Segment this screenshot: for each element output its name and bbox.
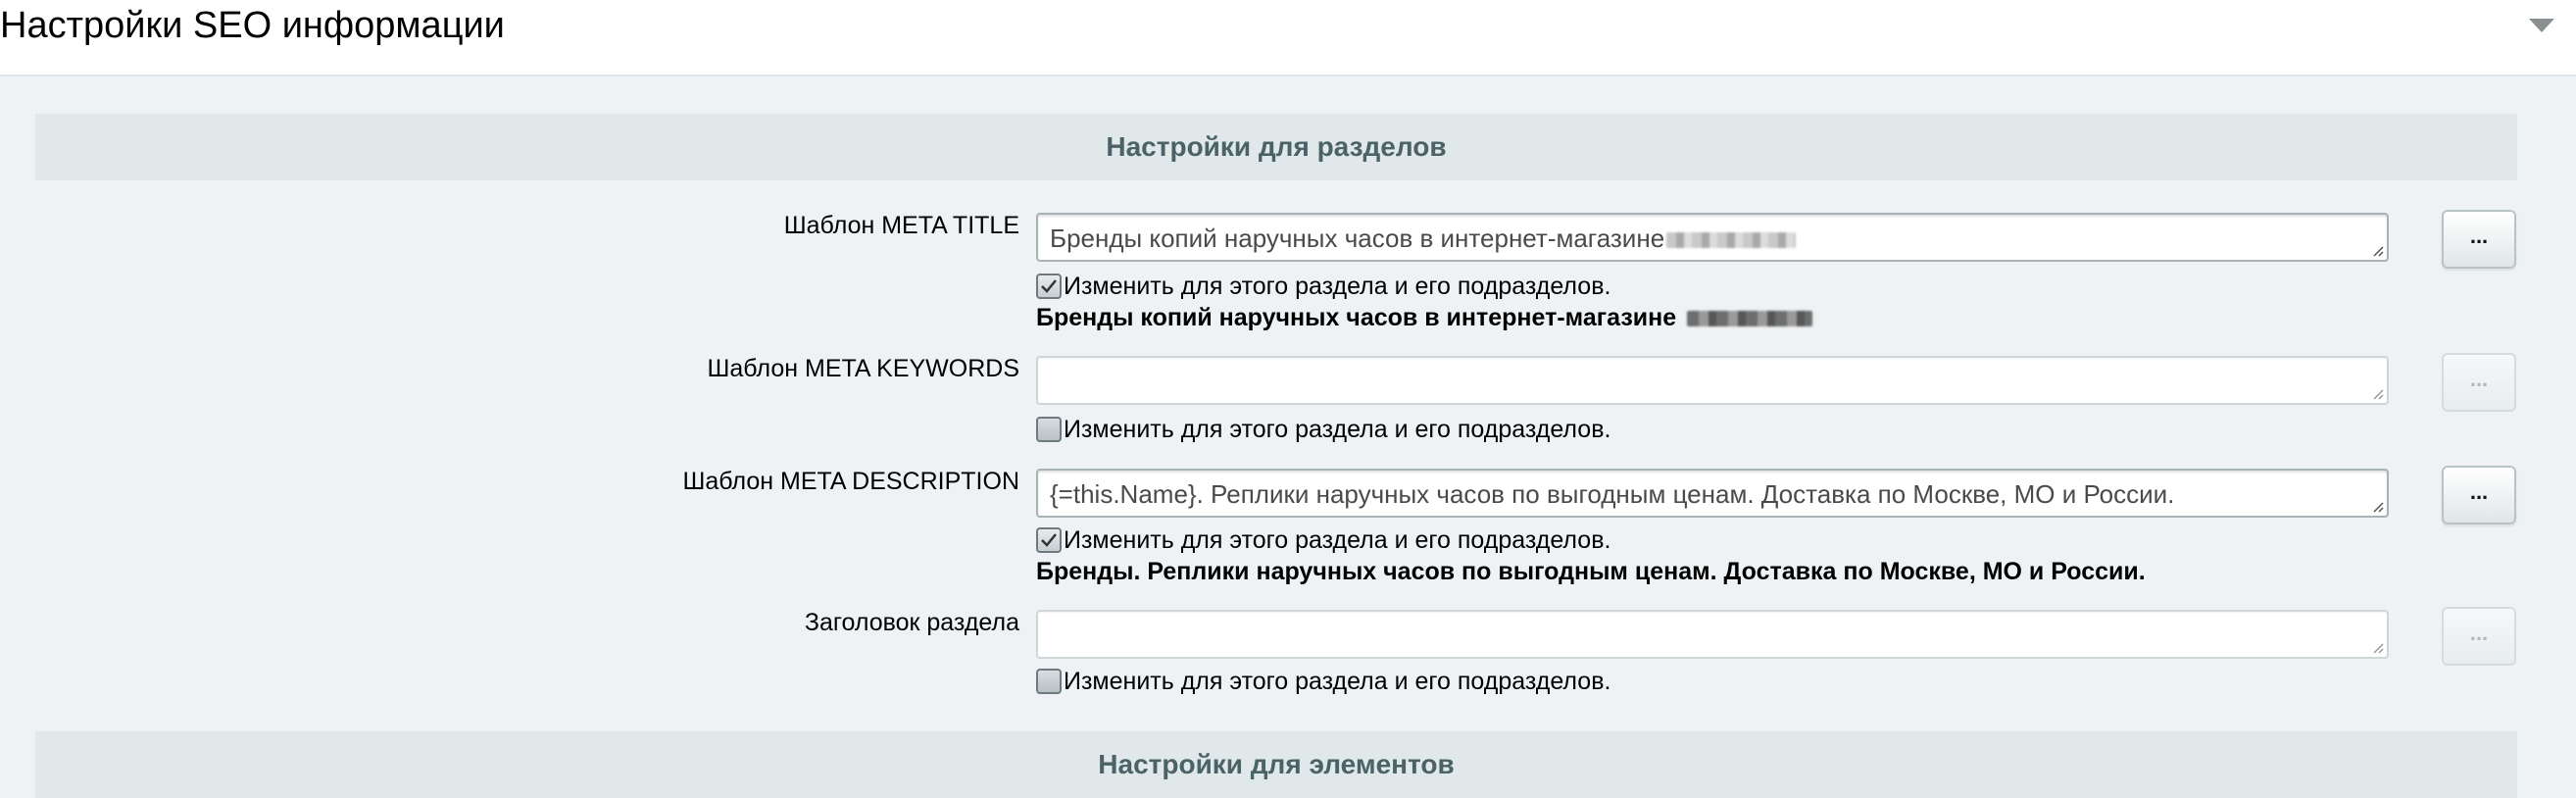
- meta-description-label: Шаблон META DESCRIPTION: [682, 468, 1019, 495]
- meta-title-checkbox-label: Изменить для этого раздела и его подразд…: [1064, 273, 1611, 300]
- meta-keywords-input[interactable]: [1036, 356, 2389, 405]
- meta-title-more-button[interactable]: ...: [2442, 210, 2516, 269]
- resize-handle-icon[interactable]: [2372, 642, 2384, 654]
- section-heading-checkbox-row[interactable]: Изменить для этого раздела и его подразд…: [1036, 666, 1610, 697]
- meta-keywords-checkbox-row[interactable]: Изменить для этого раздела и его подразд…: [1036, 414, 1610, 445]
- page-title: Настройки SEO информации: [0, 5, 505, 46]
- checkmark-icon: [1041, 279, 1057, 293]
- resize-handle-icon[interactable]: [2372, 501, 2384, 513]
- redacted-text: [1666, 232, 1797, 249]
- redacted-text: [1687, 311, 1813, 327]
- meta-description-checkbox[interactable]: [1036, 527, 1062, 553]
- meta-keywords-label: Шаблон META KEYWORDS: [707, 355, 1019, 382]
- settings-panel: Настройки для разделов Шаблон META TITLE…: [0, 76, 2576, 798]
- meta-title-checkbox[interactable]: [1036, 274, 1062, 299]
- meta-title-preview: Бренды копий наручных часов в интернет-м…: [1036, 302, 1813, 333]
- section-header-sections: Настройки для разделов: [35, 114, 2517, 180]
- page-header: Настройки SEO информации: [0, 0, 2576, 76]
- section-heading-label: Заголовок раздела: [804, 609, 1019, 636]
- checkmark-icon: [1041, 533, 1057, 547]
- meta-title-label: Шаблон META TITLE: [783, 212, 1019, 239]
- resize-handle-icon[interactable]: [2372, 388, 2384, 400]
- meta-title-preview-text: Бренды копий наручных часов в интернет-м…: [1036, 304, 1677, 331]
- resize-handle-icon[interactable]: [2372, 245, 2384, 257]
- chevron-down-icon[interactable]: [2527, 16, 2556, 35]
- meta-description-value: {=this.Name}. Реплики наручных часов по …: [1050, 479, 2175, 509]
- section-header-elements: Настройки для элементов: [35, 731, 2517, 798]
- meta-description-more-button[interactable]: ...: [2442, 466, 2516, 524]
- meta-description-input[interactable]: {=this.Name}. Реплики наручных часов по …: [1036, 469, 2389, 518]
- meta-description-checkbox-label: Изменить для этого раздела и его подразд…: [1064, 526, 1611, 554]
- meta-title-input[interactable]: Бренды копий наручных часов в интернет-м…: [1036, 213, 2389, 262]
- section-heading-input[interactable]: [1036, 610, 2389, 659]
- section-heading-checkbox[interactable]: [1036, 669, 1062, 694]
- meta-keywords-checkbox-label: Изменить для этого раздела и его подразд…: [1064, 416, 1611, 443]
- meta-title-value: Бренды копий наручных часов в интернет-м…: [1050, 224, 1665, 253]
- meta-title-checkbox-row[interactable]: Изменить для этого раздела и его подразд…: [1036, 271, 1610, 302]
- meta-description-preview: Бренды. Реплики наручных часов по выгодн…: [1036, 558, 2146, 585]
- meta-keywords-more-button[interactable]: ...: [2442, 353, 2516, 412]
- section-heading-more-button[interactable]: ...: [2442, 607, 2516, 666]
- seo-settings-page: Настройки SEO информации Настройки для р…: [0, 0, 2576, 798]
- section-heading-checkbox-label: Изменить для этого раздела и его подразд…: [1064, 668, 1611, 695]
- meta-description-checkbox-row[interactable]: Изменить для этого раздела и его подразд…: [1036, 524, 1610, 556]
- meta-keywords-checkbox[interactable]: [1036, 417, 1062, 442]
